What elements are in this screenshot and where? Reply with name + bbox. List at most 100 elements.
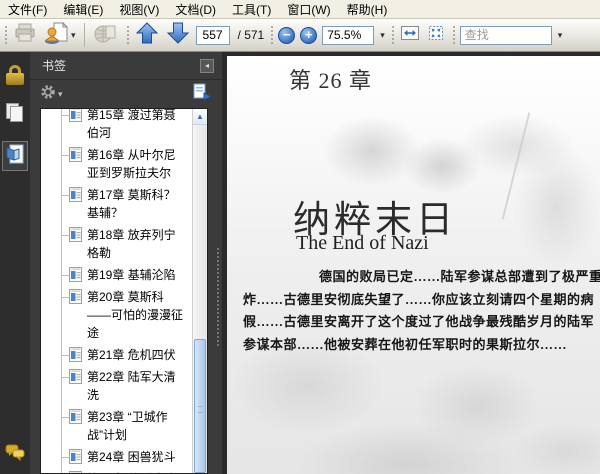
bookmark-label: 第23章 “卫城作战”计划 [87, 409, 168, 442]
paragraph-line: 德国的败局已定……陆军参谋总部遭到了极严重的轰 [319, 269, 600, 284]
panel-title: 书签 [42, 59, 67, 74]
bookmark-item[interactable]: 第15章 渡过第聂伯河 [41, 108, 207, 144]
bookmark-label: 第15章 渡过第聂伯河 [87, 107, 176, 140]
menu-item[interactable]: 文件(F) [0, 0, 55, 20]
menu-item[interactable]: 工具(T) [224, 0, 279, 20]
menu-item[interactable]: 文档(D) [167, 0, 224, 20]
page-total-label: / 571 [237, 28, 265, 42]
paragraph-line: 假……古德里安离开了这个度过了他战争最残酷岁月的陆军 [243, 314, 595, 329]
zoom-in-button[interactable]: + [300, 26, 318, 44]
bookmark-item[interactable]: 第16章 从叶尔尼亚到罗斯拉夫尔 [41, 145, 207, 184]
content-area: 书签 ◂ ▾ 第15章 渡过第聂伯河 第16章 从叶尔尼亚到罗斯拉夫尔 第17章… [0, 52, 600, 474]
navigation-icon-strip [0, 52, 30, 474]
menu-item[interactable]: 视图(V) [111, 0, 167, 20]
pdf-page: 第 26 章 纳粹末日 The End of Nazi 德国的败局已定……陆军参… [227, 56, 600, 474]
bookmark-label: 第16章 从叶尔尼亚到罗斯拉夫尔 [87, 147, 176, 180]
fit-page-icon [427, 24, 445, 47]
bookmark-item[interactable]: 第19章 基辅沦陷 [41, 265, 207, 286]
bookmarks-scrollbar[interactable]: ▲ [192, 108, 207, 473]
arrow-up-icon [135, 21, 159, 50]
zoom-level-input[interactable] [322, 25, 375, 45]
goto-bookmark-button[interactable] [192, 83, 213, 105]
toolbar-grip[interactable] [450, 24, 455, 46]
page-paragraph: 德国的败局已定……陆军参谋总部遭到了极严重的轰 炸……古德里安彻底失望了……你应… [243, 266, 600, 356]
bookmark-item[interactable]: 第18章 放弃列宁格勒 [41, 225, 207, 264]
bookmark-page-icon [69, 226, 82, 247]
bookmarks-panel-header: 书签 ◂ [30, 52, 222, 81]
gear-icon [40, 84, 56, 105]
toolbar-grip[interactable] [3, 24, 7, 46]
bookmarks-panel-button[interactable] [2, 141, 28, 171]
bookmark-page-icon [69, 146, 82, 167]
zoom-dropdown-caret[interactable]: ▾ [380, 30, 385, 40]
printer-icon [13, 22, 37, 49]
menu-item[interactable]: 帮助(H) [339, 0, 396, 20]
bookmark-page-icon [69, 368, 82, 389]
menu-item-label: 窗口(W) [287, 2, 331, 17]
menu-item[interactable]: 编辑(E) [55, 0, 111, 20]
menu-item-label: 文档(D) [175, 2, 216, 17]
web-capture-button[interactable] [92, 20, 120, 51]
find-input[interactable] [459, 25, 552, 45]
previous-page-button[interactable] [134, 20, 160, 51]
fit-width-icon [400, 24, 420, 47]
print-button[interactable] [12, 21, 38, 50]
scrollbar-thumb[interactable] [194, 338, 206, 473]
next-page-button[interactable] [165, 20, 191, 51]
bookmark-label: 第17章 莫斯科？基辅？ [87, 187, 176, 220]
bookmark-item[interactable]: 第21章 危机四伏 [41, 345, 207, 366]
bookmark-page-icon [69, 266, 82, 287]
page-photo [501, 112, 531, 220]
document-view[interactable]: 第 26 章 纳粹末日 The End of Nazi 德国的败局已定……陆军参… [222, 52, 600, 474]
paragraph-line: 炸……古德里安彻底失望了……你应该立刻请四个星期的病 [243, 291, 595, 307]
security-lock-icon[interactable] [6, 65, 24, 85]
bookmark-label: 第20章 莫斯科——可怕的漫漫征途 [87, 289, 184, 340]
bookmarks-panel: 书签 ◂ ▾ 第15章 渡过第聂伯河 第16章 从叶尔尼亚到罗斯拉夫尔 第17章… [30, 52, 222, 474]
page-subtitle: The End of Nazi [296, 232, 429, 254]
collaborate-dropdown-caret[interactable]: ▾ [71, 30, 76, 40]
page-number-input[interactable] [195, 25, 230, 45]
collaborate-button[interactable]: ▾ [43, 20, 77, 51]
menu-item[interactable]: 窗口(W) [279, 0, 338, 20]
bookmark-page-icon [69, 408, 82, 429]
panel-resize-grip[interactable] [216, 247, 220, 347]
bookmark-page-icon [69, 448, 82, 469]
bookmarks-panel-toolbar: ▾ [30, 80, 222, 108]
bookmark-page-icon [69, 288, 82, 309]
pages-panel-icon[interactable] [6, 103, 24, 123]
toolbar: ▾ / 571 − + ▾ [0, 19, 600, 52]
toolbar-grip[interactable] [124, 24, 129, 46]
find-dropdown-caret[interactable]: ▾ [558, 30, 563, 40]
collaborate-share-icon [44, 21, 70, 50]
bookmark-page-icon [69, 186, 82, 207]
bookmark-item[interactable]: 第22章 陆军大清洗 [41, 367, 207, 406]
fit-width-button[interactable] [399, 23, 421, 48]
panel-collapse-button[interactable]: ◂ [200, 58, 214, 73]
menu-item-label: 文件(F) [8, 2, 48, 17]
bookmark-label: 第18章 放弃列宁格勒 [87, 227, 176, 260]
comments-icon[interactable] [5, 444, 25, 466]
fit-page-button[interactable] [426, 23, 446, 48]
bookmark-page-icon [69, 346, 82, 367]
bookmark-item[interactable]: 第20章 莫斯科——可怕的漫漫征途 [41, 287, 207, 344]
chapter-heading: 第 26 章 [289, 68, 373, 93]
panel-options-button[interactable]: ▾ [40, 84, 63, 105]
menu-bar: 文件(F) 编辑(E) 视图(V) 文档(D) 工具(T) 窗口(W) 帮助(H… [0, 0, 600, 19]
toolbar-grip[interactable] [389, 24, 394, 46]
paragraph-line: 参谋本部……他被安葬在他初任军职时的果斯拉尔…… [243, 336, 568, 352]
bookmark-item[interactable]: 第17章 莫斯科？基辅？ [41, 185, 207, 224]
bookmark-label: 第19章 基辅沦陷 [87, 267, 176, 282]
globe-document-icon [93, 21, 119, 50]
zoom-out-button[interactable]: − [278, 26, 296, 44]
bookmark-item[interactable]: 第25章 苟延残喘 [41, 469, 207, 473]
toolbar-grip[interactable] [269, 24, 274, 46]
panel-options-caret: ▾ [58, 88, 63, 99]
menu-item-label: 视图(V) [119, 2, 160, 17]
bookmark-item[interactable]: 第23章 “卫城作战”计划 [41, 407, 207, 446]
bookmark-item[interactable]: 第24章 困兽犹斗 [41, 447, 207, 468]
scrollbar-up-arrow[interactable]: ▲ [193, 108, 207, 125]
bookmarks-list: 第15章 渡过第聂伯河 第16章 从叶尔尼亚到罗斯拉夫尔 第17章 莫斯科？基辅… [40, 107, 208, 474]
bookmark-label: 第24章 困兽犹斗 [87, 449, 176, 464]
toolbar-separator [83, 23, 85, 47]
bookmark-label: 第22章 陆军大清洗 [87, 369, 176, 402]
